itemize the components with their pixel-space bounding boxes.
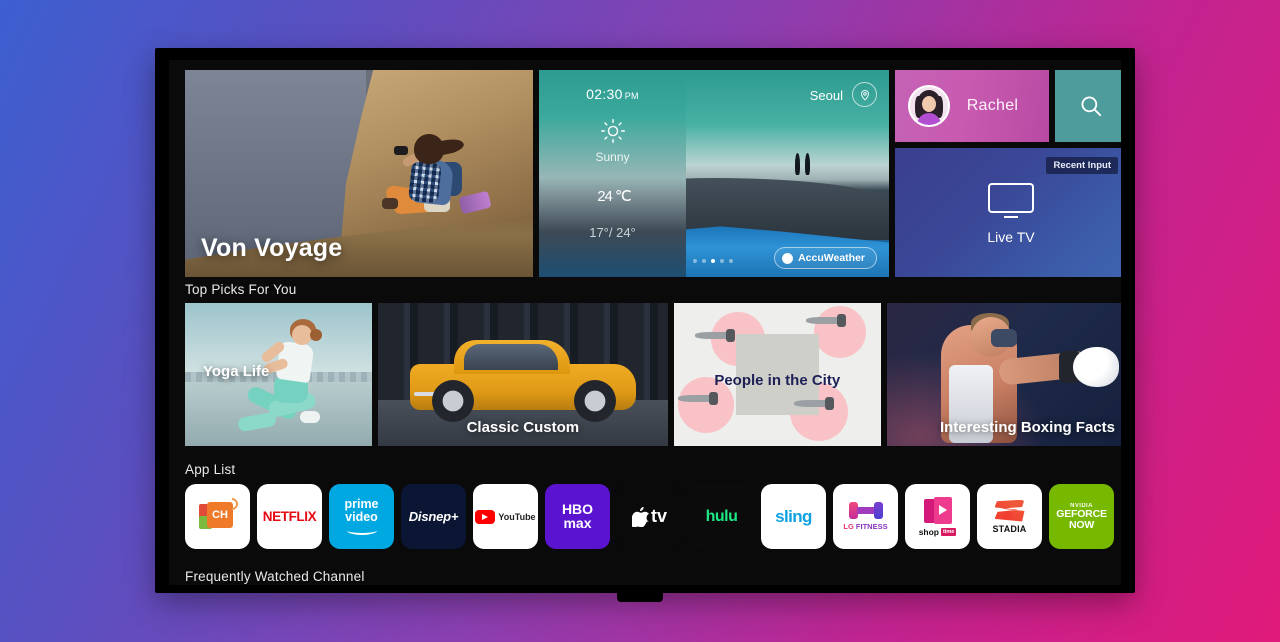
lg-fitness-label-b: FITNESS <box>855 522 888 531</box>
app-tile-prime-video[interactable]: prime video <box>329 484 394 549</box>
top-pick-title: Interesting Boxing Facts <box>939 419 1115 436</box>
prime-video-label2: video <box>345 510 378 524</box>
live-tv-label: Live TV <box>987 228 1035 245</box>
tv-stand <box>617 592 663 602</box>
recent-input-badge: Recent Input <box>1046 157 1118 174</box>
app-tile-disney-plus[interactable]: Disnep+ <box>401 484 466 549</box>
app-tile-shoptime[interactable]: shop time <box>905 484 970 549</box>
geforce-now-label1: GEFORCE <box>1056 508 1107 520</box>
weather-condition: Sunny <box>595 150 630 164</box>
app-tile-youtube[interactable]: YouTube <box>473 484 538 549</box>
weather-pagination[interactable] <box>693 259 733 263</box>
search-icon <box>1081 96 1102 117</box>
location-pin-icon[interactable] <box>852 82 877 107</box>
section-title-app-list: App List <box>185 462 236 477</box>
app-tile-stadia[interactable]: STADIA <box>977 484 1042 549</box>
top-pick-card-people-in-the-city[interactable]: People in the City <box>673 303 881 446</box>
shoptime-icon <box>923 496 952 525</box>
youtube-icon <box>475 509 496 524</box>
app-tile-hbo-max[interactable]: HBO max <box>545 484 610 549</box>
hulu-icon: hulu <box>705 507 738 525</box>
youtube-label: YouTube <box>498 511 536 522</box>
app-tile-lg-fitness[interactable]: LG FITNESS <box>833 484 898 549</box>
netflix-icon: NETFLIX <box>262 509 317 524</box>
app-tile-hulu[interactable]: hulu <box>689 484 754 549</box>
television-icon <box>988 182 1034 218</box>
sun-icon <box>539 118 686 144</box>
accuweather-label: AccuWeather <box>798 252 865 264</box>
hero-card[interactable]: Von Voyage <box>185 70 533 277</box>
lg-fitness-label: LG FITNESS <box>843 522 887 531</box>
home-top-row: Von Voyage 02:30 PM Sunny 24 ℃ 17°/ 24° … <box>185 70 1121 277</box>
disney-plus-icon: Disnep+ <box>408 509 459 524</box>
hbo-max-label2: max <box>563 514 592 531</box>
weather-time: 02:30 PM <box>586 86 639 102</box>
app-tile-apple-tv[interactable]: tv <box>617 484 682 549</box>
profile-search-row: Rachel <box>895 70 1121 142</box>
top-pick-title: Yoga Life <box>203 363 270 380</box>
profile-tile[interactable]: Rachel <box>895 70 1049 142</box>
stadia-label: STADIA <box>992 523 1027 534</box>
weather-city: Seoul <box>809 88 843 103</box>
sling-tv-icon: sling <box>775 506 812 526</box>
app-tile-netflix[interactable]: NETFLIX <box>257 484 322 549</box>
nvidia-logo-icon: NVIDIA <box>1070 503 1093 509</box>
live-tv-tile[interactable]: Recent Input Live TV <box>895 148 1121 277</box>
app-tile-channels[interactable]: CH <box>185 484 250 549</box>
top-pick-title: People in the City <box>714 371 841 389</box>
app-tile-sling[interactable]: sling <box>761 484 826 549</box>
prime-smile-icon <box>346 526 377 535</box>
app-list-row: CH NETFLIX prime video Disnep+ YouTube H… <box>185 484 1121 554</box>
shoptime-badge: time <box>941 527 957 536</box>
weather-temperature: 24 ℃ <box>597 188 632 205</box>
app-tile-geforce-now[interactable]: NVIDIA GEFORCE NOW <box>1049 484 1114 549</box>
hero-title: Von Voyage <box>201 234 343 262</box>
weather-temp-range: 17°/ 24° <box>589 225 636 240</box>
accuweather-badge[interactable]: AccuWeather <box>774 247 877 269</box>
top-picks-row: Yoga Life Classic Custom People in the C… <box>185 303 1121 446</box>
accuweather-logo-icon <box>782 252 794 264</box>
top-pick-card-yoga[interactable]: Yoga Life <box>185 303 372 446</box>
geforce-now-label2: NOW <box>1068 518 1095 531</box>
tv-screen: Von Voyage 02:30 PM Sunny 24 ℃ 17°/ 24° … <box>169 60 1121 585</box>
section-title-frequently-watched: Frequently Watched Channel <box>185 569 365 584</box>
top-pick-card-boxing[interactable]: Interesting Boxing Facts <box>886 303 1121 446</box>
apple-logo-icon <box>631 506 649 527</box>
lg-fitness-label-a: LG <box>843 522 854 531</box>
apple-tv-label: tv <box>650 506 667 526</box>
hero-figure-icon <box>380 132 492 252</box>
profile-name: Rachel <box>966 97 1019 114</box>
top-pick-card-classic-custom[interactable]: Classic Custom <box>377 303 668 446</box>
stadia-icon <box>995 500 1025 522</box>
shoptime-word: shop <box>918 526 939 537</box>
avatar <box>908 85 950 127</box>
top-pick-title: Classic Custom <box>466 419 580 436</box>
search-button[interactable] <box>1055 70 1121 142</box>
lg-fitness-icon <box>848 502 883 519</box>
weather-card[interactable]: 02:30 PM Sunny 24 ℃ 17°/ 24° Seoul AccuW… <box>539 70 889 277</box>
tv-frame: Von Voyage 02:30 PM Sunny 24 ℃ 17°/ 24° … <box>155 48 1135 593</box>
home-right-column: Rachel Recent Input Live TV <box>895 70 1121 277</box>
section-title-top-picks: Top Picks For You <box>185 282 297 297</box>
shoptime-label: shop time <box>919 527 957 537</box>
